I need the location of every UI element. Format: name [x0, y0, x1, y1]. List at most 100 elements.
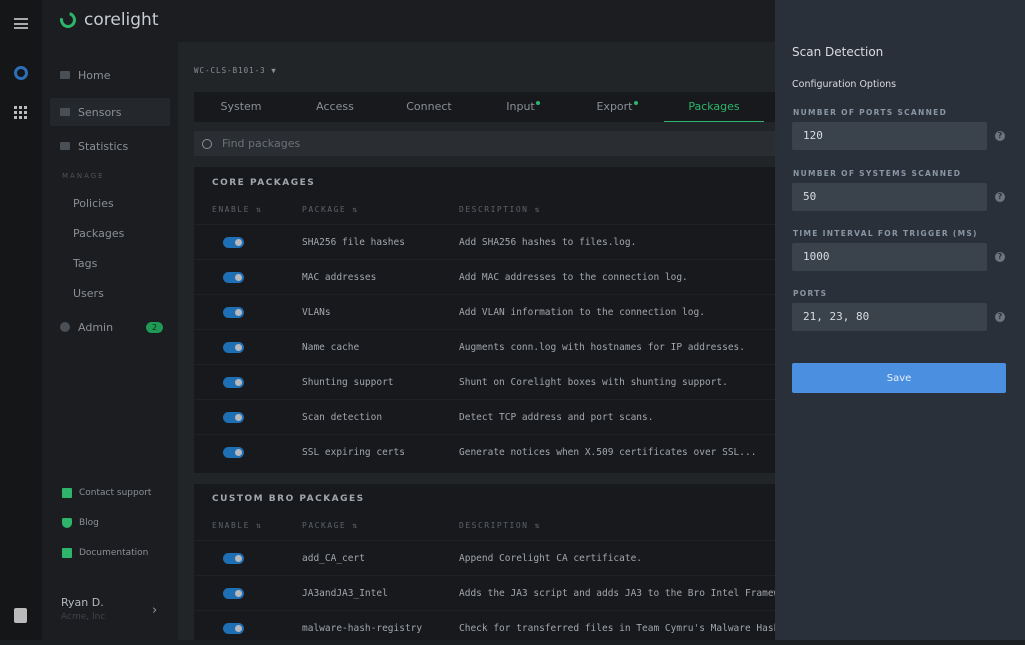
- help-icon[interactable]: ?: [995, 131, 1005, 141]
- sidebar-item-statistics[interactable]: Statistics: [50, 132, 170, 160]
- column-package[interactable]: PACKAGE ⇅: [302, 205, 359, 214]
- sidebar-item-sensors[interactable]: Sensors: [50, 98, 170, 126]
- tab-label: Export: [596, 100, 632, 113]
- help-icon[interactable]: ?: [995, 192, 1005, 202]
- enable-toggle[interactable]: [223, 272, 244, 283]
- column-enable[interactable]: ENABLE ⇅: [212, 521, 263, 530]
- gear-icon: [60, 322, 70, 332]
- sensor-selector[interactable]: WC-CLS-B101-3 ▼: [194, 66, 277, 75]
- enable-toggle[interactable]: [223, 588, 244, 599]
- corelight-logo-icon: [57, 9, 79, 31]
- table-row: Shunting supportShunt on Corelight boxes…: [194, 364, 775, 399]
- enable-toggle[interactable]: [223, 623, 244, 634]
- user-name: Ryan D.: [61, 596, 105, 609]
- column-label: ENABLE: [212, 205, 250, 214]
- sidebar-item-admin[interactable]: Admin 2: [50, 313, 170, 341]
- custom-packages-table: CUSTOM BRO PACKAGES ENABLE ⇅ PACKAGE ⇅ D…: [194, 484, 775, 640]
- table-row: SHA256 file hashesAdd SHA256 hashes to f…: [194, 224, 775, 259]
- table-row: SSL expiring certsGenerate notices when …: [194, 434, 775, 469]
- sidebar-item-packages[interactable]: Packages: [73, 227, 124, 240]
- ports-input[interactable]: 21, 23, 80: [792, 303, 987, 331]
- enable-toggle[interactable]: [223, 447, 244, 458]
- corelight-app-icon[interactable]: [14, 66, 28, 80]
- column-enable[interactable]: ENABLE ⇅: [212, 205, 263, 214]
- contact-support-link[interactable]: Contact support: [62, 488, 151, 498]
- brand-name: corelight: [84, 10, 159, 30]
- package-name: Scan detection: [302, 412, 382, 423]
- tab-access[interactable]: Access: [288, 92, 382, 122]
- help-icon[interactable]: ?: [995, 252, 1005, 262]
- enable-toggle[interactable]: [223, 237, 244, 248]
- enable-toggle[interactable]: [223, 412, 244, 423]
- column-label: DESCRIPTION: [459, 205, 528, 214]
- tab-label: Input: [506, 100, 534, 113]
- tab-export[interactable]: Export: [570, 92, 664, 122]
- tab-bar: System Access Connect Input Export Packa…: [194, 92, 775, 122]
- tab-input[interactable]: Input: [476, 92, 570, 122]
- tab-system[interactable]: System: [194, 92, 288, 122]
- documentation-link[interactable]: Documentation: [62, 548, 148, 558]
- link-label: Blog: [79, 518, 99, 528]
- table-row: MAC addressesAdd MAC addresses to the co…: [194, 259, 775, 294]
- package-name: Name cache: [302, 342, 359, 353]
- column-description[interactable]: DESCRIPTION ⇅: [459, 521, 541, 530]
- top-bar: corelight: [42, 0, 775, 42]
- table-row: VLANs Add VLAN information to the connect…: [194, 294, 775, 329]
- help-icon[interactable]: ?: [995, 312, 1005, 322]
- sidebar-item-home[interactable]: Home: [50, 61, 170, 89]
- column-description[interactable]: DESCRIPTION ⇅: [459, 205, 541, 214]
- sidebar-item-policies[interactable]: Policies: [73, 197, 114, 210]
- admin-badge: 2: [146, 322, 163, 333]
- tab-connect[interactable]: Connect: [382, 92, 476, 122]
- enable-toggle[interactable]: [223, 377, 244, 388]
- section-title: CUSTOM BRO PACKAGES: [212, 494, 365, 504]
- package-name: SHA256 file hashes: [302, 237, 405, 248]
- search-placeholder: Find packages: [222, 137, 300, 150]
- user-menu[interactable]: Ryan D. Acme, Inc: [61, 596, 105, 622]
- enable-toggle[interactable]: [223, 307, 244, 318]
- caret-down-icon: ▼: [271, 66, 277, 75]
- enable-toggle[interactable]: [223, 553, 244, 564]
- enable-toggle[interactable]: [223, 342, 244, 353]
- field-label: NUMBER OF SYSTEMS SCANNED: [793, 169, 961, 178]
- package-name: VLANs: [302, 307, 331, 318]
- user-badge-icon[interactable]: [14, 608, 27, 623]
- chevron-right-icon[interactable]: ›: [152, 603, 157, 618]
- time-interval-input[interactable]: 1000: [792, 243, 987, 271]
- apps-grid-icon[interactable]: [14, 106, 27, 119]
- sidebar-item-tags[interactable]: Tags: [73, 257, 97, 270]
- table-row: Scan detectionDetect TCP address and por…: [194, 399, 775, 434]
- column-label: PACKAGE: [302, 205, 346, 214]
- package-description: Adds the JA3 script and adds JA3 to the …: [459, 588, 796, 599]
- field-label: NUMBER OF PORTS SCANNED: [793, 108, 947, 117]
- field-label: TIME INTERVAL FOR TRIGGER (MS): [793, 229, 978, 238]
- manage-heading: MANAGE: [62, 172, 105, 180]
- link-label: Documentation: [79, 548, 148, 558]
- blog-link[interactable]: Blog: [62, 518, 99, 528]
- package-name: add_CA_cert: [302, 553, 365, 564]
- home-icon: [60, 71, 70, 79]
- column-package[interactable]: PACKAGE ⇅: [302, 521, 359, 530]
- ports-scanned-input[interactable]: 120: [792, 122, 987, 150]
- tab-packages[interactable]: Packages: [664, 92, 764, 122]
- mail-icon: [62, 488, 72, 498]
- column-label: PACKAGE: [302, 521, 346, 530]
- menu-icon[interactable]: [14, 18, 28, 29]
- sensors-icon: [60, 108, 70, 116]
- sidebar-item-label: Admin: [78, 321, 113, 334]
- save-button[interactable]: Save: [792, 363, 1006, 393]
- package-description: Augments conn.log with hostnames for IP …: [459, 342, 745, 353]
- icon-rail: [0, 0, 42, 640]
- panel-subtitle: Configuration Options: [792, 79, 896, 90]
- package-description: Add VLAN information to the connection l…: [459, 307, 705, 318]
- status-dot: [634, 101, 638, 105]
- section-title: CORE PACKAGES: [212, 178, 315, 188]
- tab-label: Access: [316, 100, 354, 113]
- sidebar-item-label: Statistics: [78, 140, 128, 153]
- search-input[interactable]: Find packages: [194, 131, 775, 156]
- systems-scanned-input[interactable]: 50: [792, 183, 987, 211]
- sidebar: Home Sensors Statistics MANAGE Policies …: [42, 42, 178, 640]
- sidebar-item-users[interactable]: Users: [73, 287, 104, 300]
- tab-label: System: [220, 100, 261, 113]
- tab-label: Connect: [406, 100, 451, 113]
